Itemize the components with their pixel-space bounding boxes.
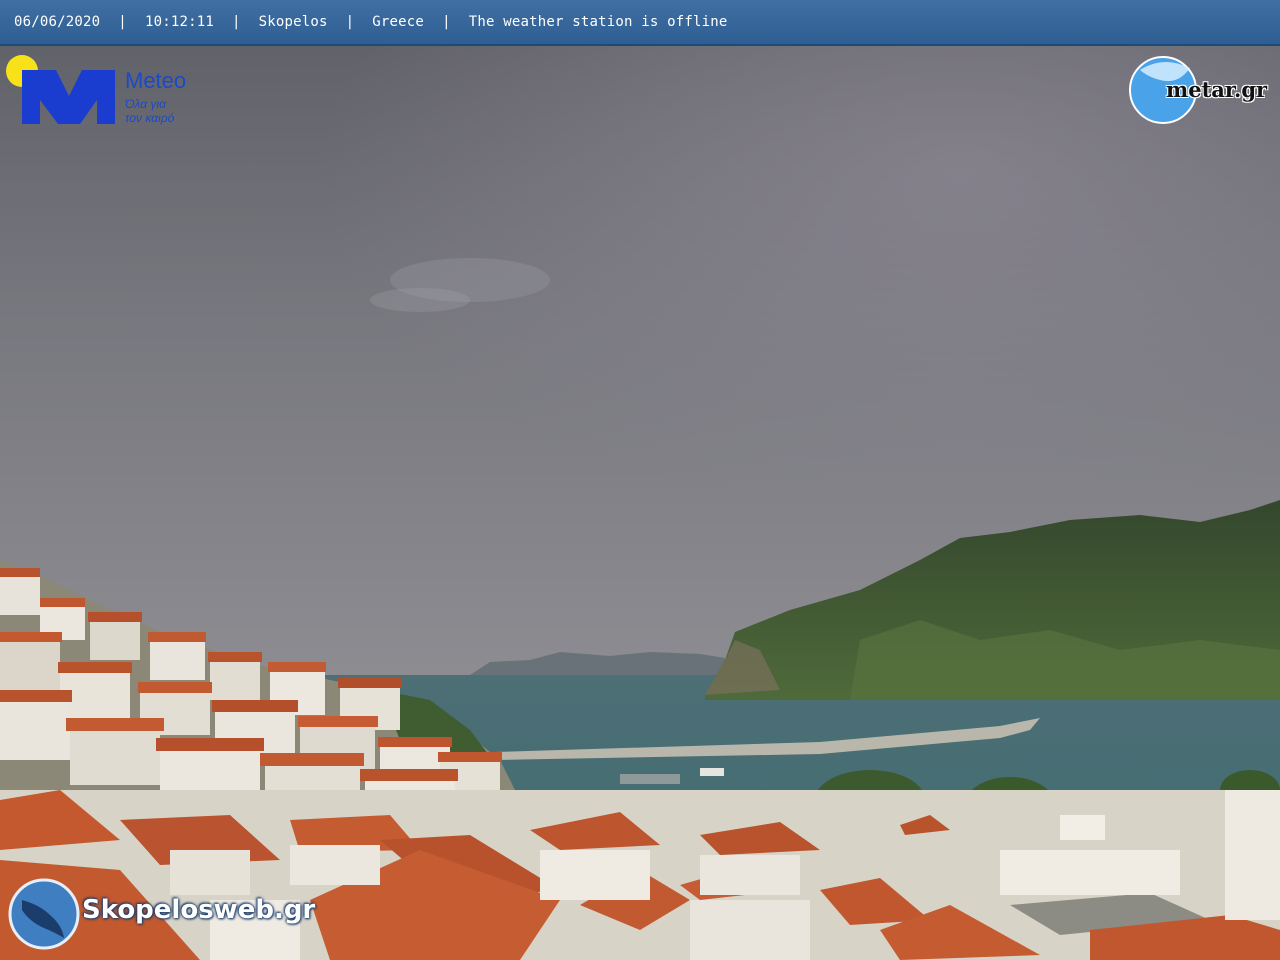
status-bar: 06/06/2020 | 10:12:11 | Skopelos | Greec…	[0, 0, 1280, 46]
meteo-logo-name: Meteo	[125, 68, 187, 93]
webcam-image	[0, 0, 1280, 960]
time-text: 10:12:11	[144, 14, 214, 30]
separator: |	[118, 14, 127, 30]
separator: |	[442, 14, 451, 30]
meteo-logo-tagline: Όλα για τον καιρό	[125, 97, 175, 125]
cloud	[370, 288, 470, 312]
separator: |	[231, 14, 241, 30]
separator: |	[345, 14, 355, 30]
location-text: Skopelos	[258, 14, 328, 30]
skopelosweb-logo-text: Skopelosweb.gr	[82, 895, 316, 925]
station-status-text: The weather station is offline	[468, 14, 728, 30]
town-roofs-foreground	[0, 790, 1280, 960]
date-text: 06/06/2020	[14, 14, 101, 30]
boat	[620, 774, 680, 784]
country-text: Greece	[372, 14, 425, 30]
metar-logo-text: metar.gr	[1166, 77, 1268, 102]
boat	[700, 768, 724, 776]
